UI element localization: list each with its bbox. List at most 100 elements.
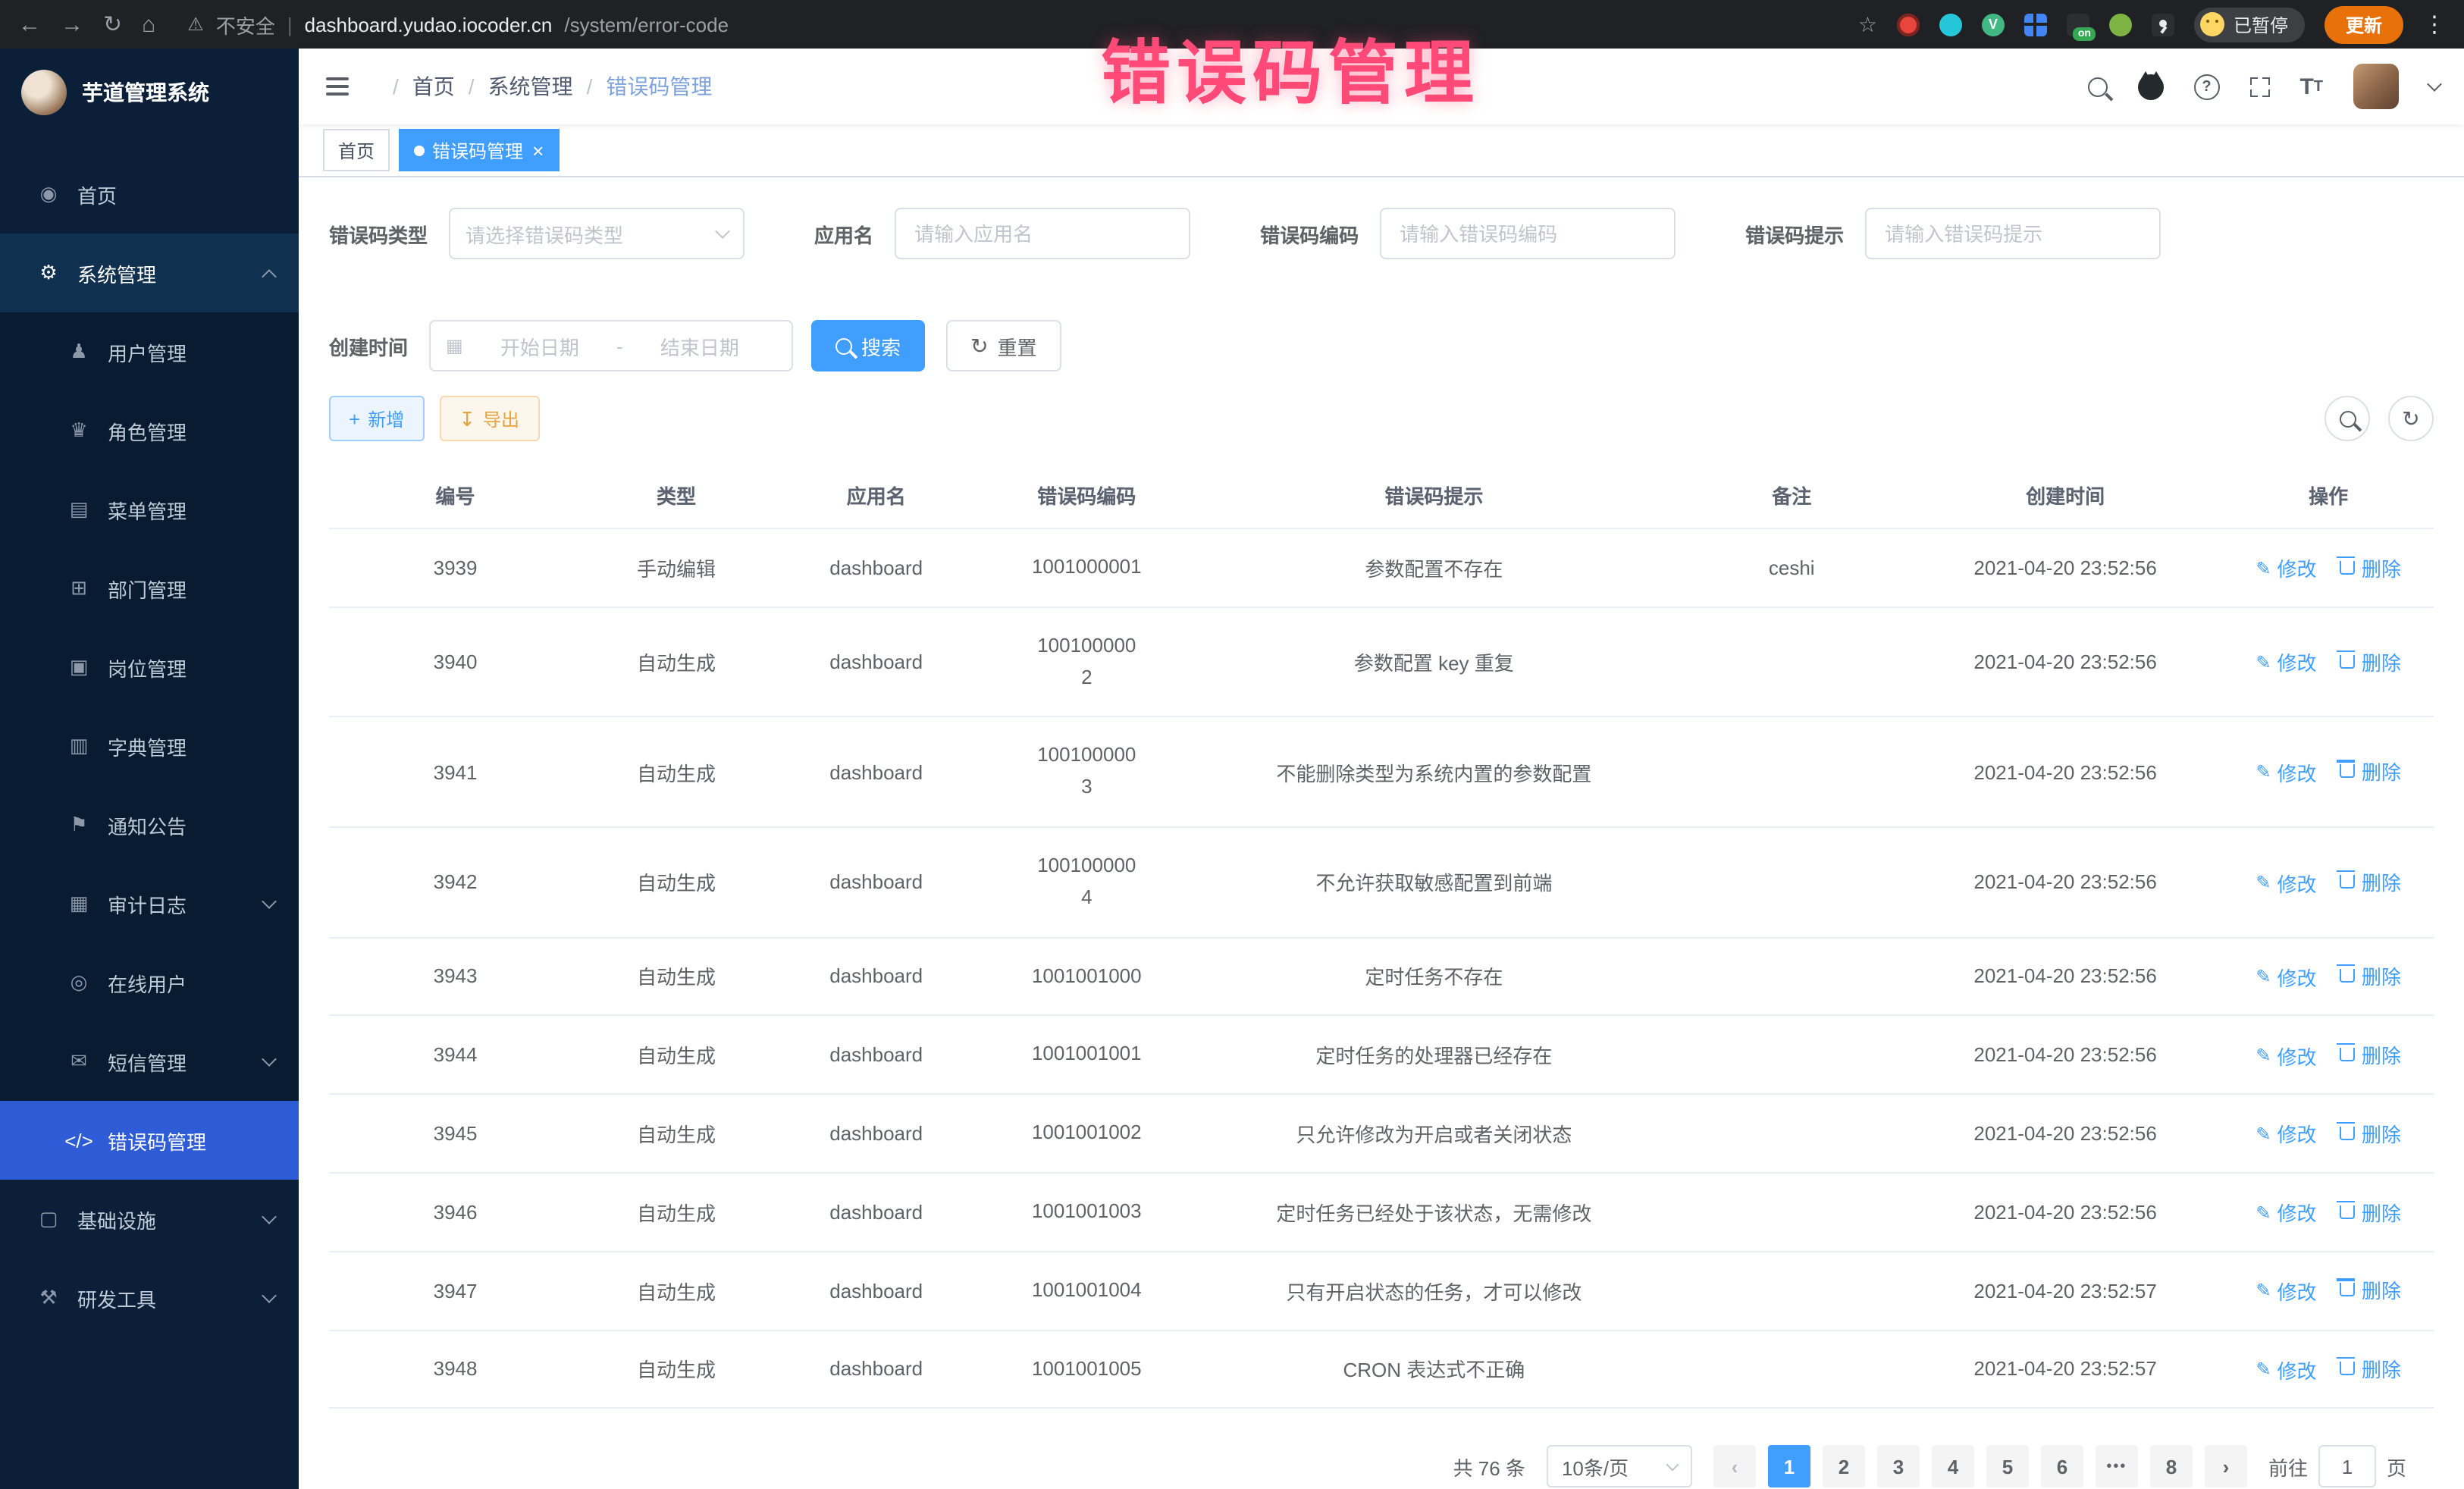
sidebar-item[interactable]: ⚑ 通知公告 [0, 785, 299, 864]
back-icon[interactable]: ← [18, 11, 41, 37]
github-icon[interactable] [2137, 74, 2163, 99]
fullscreen-icon[interactable] [2249, 77, 2269, 96]
edit-link[interactable]: ✎修改 [2256, 1041, 2316, 1070]
edit-link[interactable]: ✎修改 [2256, 868, 2316, 897]
prev-page-button[interactable]: ‹ [1713, 1446, 1756, 1488]
tab[interactable]: 首页 [323, 129, 390, 171]
delete-link[interactable]: 删除 [2340, 1197, 2401, 1226]
page-number-button[interactable]: ••• [2096, 1446, 2138, 1488]
edit-link[interactable]: ✎修改 [2256, 1355, 2316, 1384]
trash-icon [2340, 765, 2356, 779]
reset-button[interactable]: ↻ 重置 [946, 320, 1061, 371]
delete-link[interactable]: 删除 [2340, 961, 2401, 990]
page-number-button[interactable]: 5 [1986, 1446, 2029, 1488]
sidebar-item[interactable]: ⚒ 研发工具 [0, 1259, 299, 1337]
help-icon[interactable] [2193, 74, 2219, 99]
next-page-button[interactable]: › [2205, 1446, 2247, 1488]
sidebar-item[interactable]: ▢ 基础设施 [0, 1180, 299, 1259]
edit-link[interactable]: ✎修改 [2256, 962, 2316, 991]
page-number-button[interactable]: 2 [1823, 1446, 1865, 1488]
user-menu-caret-icon[interactable] [2427, 77, 2442, 92]
trash-icon [2340, 655, 2356, 669]
submenu-caret-icon [262, 894, 277, 909]
sidebar-toggle-icon[interactable] [323, 71, 352, 102]
sidebar-item[interactable]: ◎ 在线用户 [0, 943, 299, 1022]
grid-extension-icon[interactable] [2024, 13, 2047, 36]
page-number-button[interactable]: 4 [1932, 1446, 1974, 1488]
sidebar-item[interactable]: ✉ 短信管理 [0, 1022, 299, 1101]
cell-msg: 参数配置 key 重复 [1192, 607, 1676, 717]
cell-type: 自动生成 [582, 1252, 771, 1331]
delete-link[interactable]: 删除 [2340, 1354, 2401, 1383]
sidebar-item[interactable]: ♟ 用户管理 [0, 312, 299, 391]
page-number-button[interactable]: 8 [2150, 1446, 2193, 1488]
browser-update-button[interactable]: 更新 [2324, 5, 2403, 43]
page-size-select[interactable]: 10条/页 [1547, 1446, 1692, 1488]
error-code-input[interactable] [1380, 208, 1676, 259]
vue-devtools-icon[interactable]: V [1982, 13, 2005, 36]
sidebar-item[interactable]: ⚙ 系统管理 [0, 234, 299, 312]
browser-menu-icon[interactable]: ⋮ [2423, 11, 2446, 38]
edit-link[interactable]: ✎修改 [2256, 1120, 2316, 1149]
error-msg-input[interactable] [1865, 208, 2161, 259]
record-extension-icon[interactable] [1897, 13, 1920, 36]
edit-icon: ✎ [2256, 1045, 2271, 1066]
table-row: 3946 自动生成 dashboard 1001001003 定时任务已经处于该… [329, 1173, 2434, 1252]
breadcrumb-item[interactable]: 系统管理 [455, 71, 573, 102]
sidebar-item[interactable]: ▣ 岗位管理 [0, 628, 299, 707]
edit-link[interactable]: ✎修改 [2256, 1198, 2316, 1227]
tab-close-icon[interactable]: × [532, 140, 544, 160]
reload-icon[interactable]: ↻ [103, 11, 122, 38]
export-button[interactable]: ↧ 导出 [439, 396, 539, 441]
sidebar-item[interactable]: ◉ 首页 [0, 155, 299, 234]
error-type-select[interactable]: 请选择错误码类型 [449, 208, 745, 259]
edit-icon: ✎ [2256, 557, 2271, 578]
show-search-button[interactable] [2324, 396, 2370, 441]
delete-link[interactable]: 删除 [2340, 647, 2401, 676]
switch-extension-icon[interactable]: on [2067, 13, 2089, 36]
search-icon[interactable] [2087, 77, 2107, 96]
edit-link[interactable]: ✎修改 [2256, 553, 2316, 582]
leaf-extension-icon[interactable] [2109, 13, 2132, 36]
sidebar-item[interactable]: ▥ 字典管理 [0, 707, 299, 785]
page-number-button[interactable]: 1 [1768, 1446, 1810, 1488]
sidebar-item[interactable]: ▦ 审计日志 [0, 864, 299, 943]
sidebar-item[interactable]: ♛ 角色管理 [0, 391, 299, 470]
sidebar-item[interactable]: ⊞ 部门管理 [0, 549, 299, 628]
refresh-table-button[interactable]: ↻ [2388, 396, 2434, 441]
sidebar-item[interactable]: </> 错误码管理 [0, 1101, 299, 1180]
teal-extension-icon[interactable] [1939, 13, 1962, 36]
user-avatar[interactable] [2353, 64, 2399, 109]
delete-link[interactable]: 删除 [2340, 1276, 2401, 1305]
delete-link[interactable]: 删除 [2340, 1119, 2401, 1148]
cell-id: 3947 [329, 1252, 582, 1331]
pin-extension-icon[interactable] [2152, 13, 2174, 36]
search-button[interactable]: 搜索 [811, 320, 925, 371]
app-name-input[interactable] [895, 208, 1190, 259]
sidebar-item[interactable]: ▤ 菜单管理 [0, 470, 299, 549]
forward-icon[interactable]: → [61, 11, 83, 37]
page-number-button[interactable]: 6 [2041, 1446, 2083, 1488]
bookmark-star-icon[interactable]: ☆ [1858, 11, 1877, 37]
cell-id: 3944 [329, 1016, 582, 1095]
breadcrumb-item[interactable]: 首页 [379, 71, 455, 102]
address-bar[interactable]: ⚠ 不安全 | dashboard.yudao.iocoder.cn/syste… [187, 10, 729, 39]
cell-msg: 定时任务已经处于该状态，无需修改 [1192, 1173, 1676, 1252]
date-range-picker[interactable]: ▦ 开始日期 - 结束日期 [429, 320, 793, 371]
goto-page-input[interactable] [2318, 1446, 2376, 1488]
delete-link[interactable]: 删除 [2340, 867, 2401, 896]
delete-link[interactable]: 删除 [2340, 553, 2401, 581]
page-number-button[interactable]: 3 [1877, 1446, 1920, 1488]
font-size-icon[interactable]: TT [2299, 74, 2323, 99]
breadcrumb-item[interactable]: 错误码管理 [573, 71, 713, 102]
edit-link[interactable]: ✎修改 [2256, 758, 2316, 787]
add-button[interactable]: + 新增 [329, 396, 424, 441]
edit-link[interactable]: ✎修改 [2256, 1277, 2316, 1306]
edit-link[interactable]: ✎修改 [2256, 648, 2316, 677]
tab[interactable]: 错误码管理 × [399, 129, 559, 171]
profile-paused-chip[interactable]: 已暂停 [2194, 7, 2305, 42]
delete-link[interactable]: 删除 [2340, 1040, 2401, 1069]
delete-link[interactable]: 删除 [2340, 757, 2401, 786]
cell-time: 2021-04-20 23:52:56 [1908, 1173, 2223, 1252]
home-icon[interactable]: ⌂ [142, 11, 155, 37]
